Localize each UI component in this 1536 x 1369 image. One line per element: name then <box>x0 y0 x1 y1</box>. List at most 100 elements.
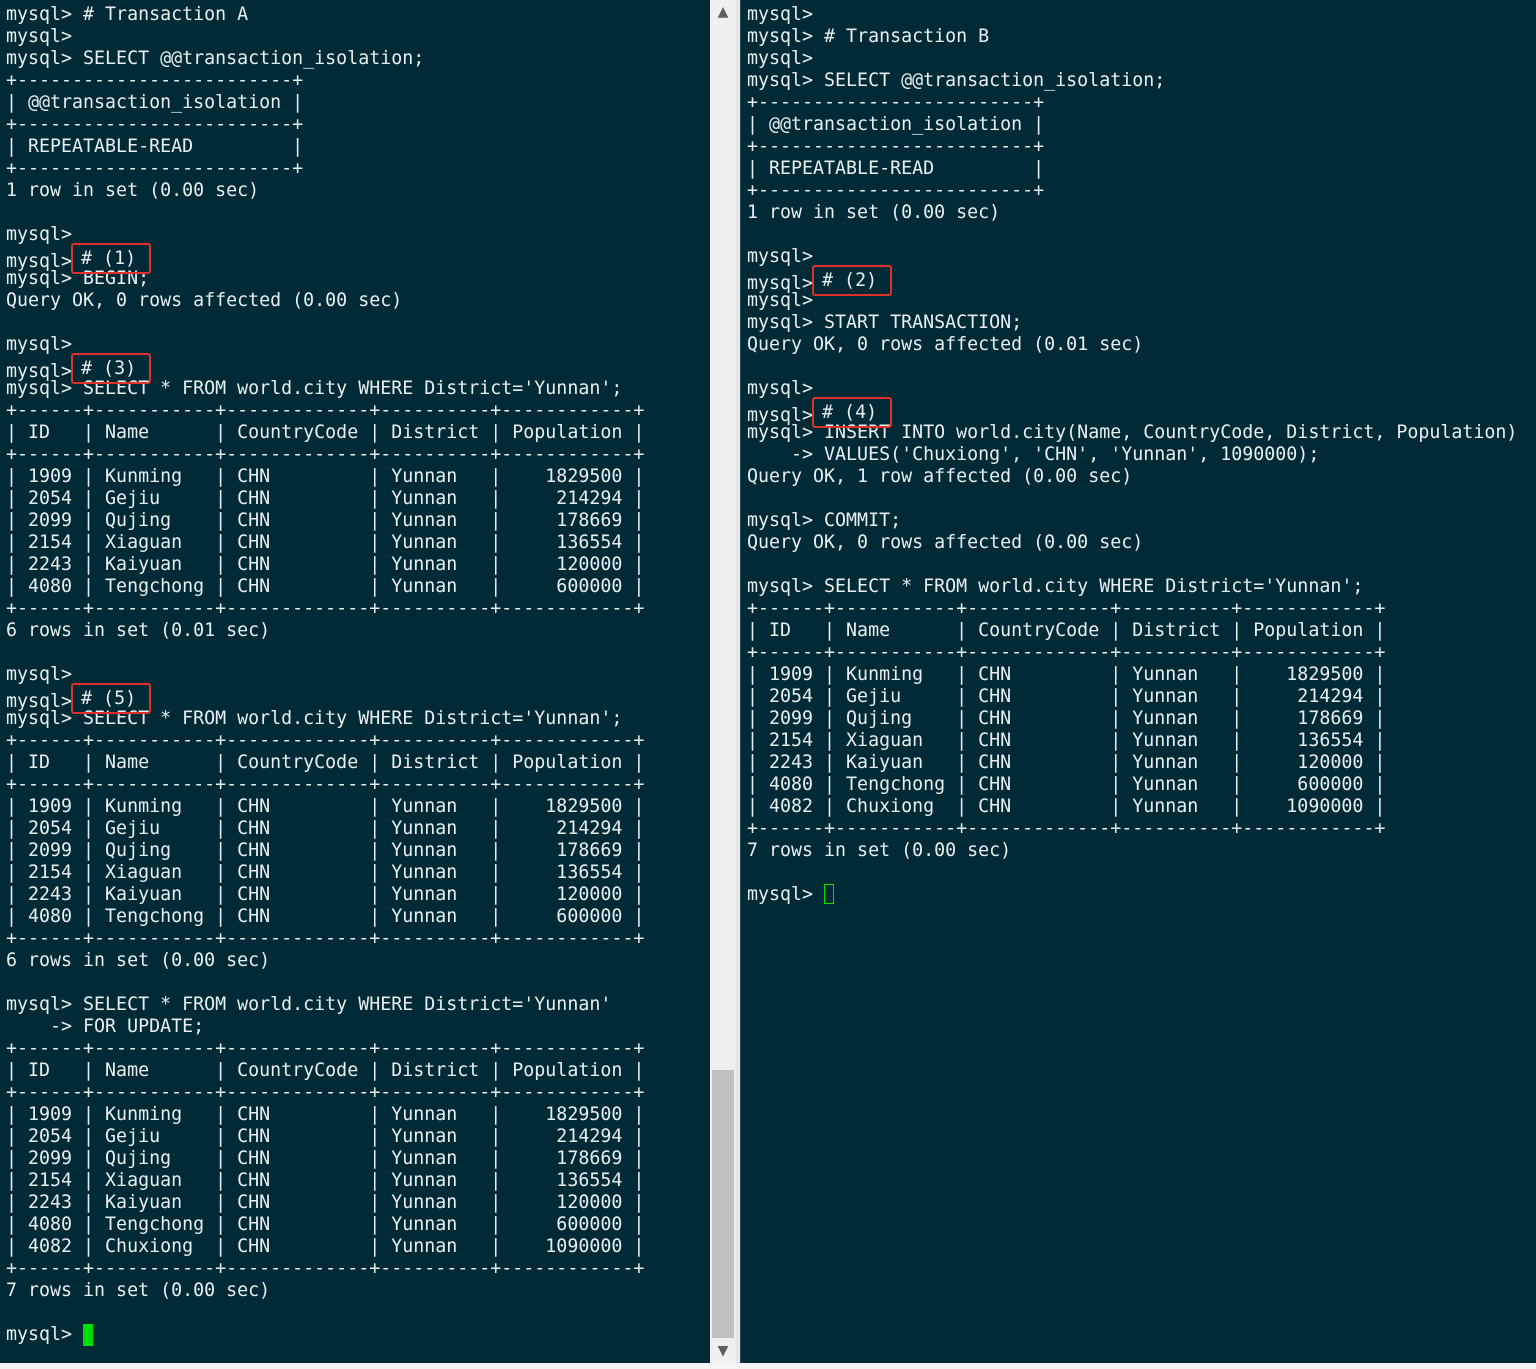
terminal-line: Query OK, 1 row affected (0.00 sec) <box>747 466 1517 488</box>
terminal-line-text: +------+-----------+-------------+------… <box>6 444 645 465</box>
terminal-line-text: mysql> <box>747 378 814 399</box>
terminal-line-text: mysql> SELECT * FROM world.city WHERE Di… <box>6 994 612 1015</box>
terminal-line: mysql> <box>6 1324 644 1346</box>
terminal-line: | ID | Name | CountryCode | District | P… <box>6 422 644 444</box>
scroll-down-icon[interactable]: ▼ <box>710 1341 736 1361</box>
terminal-line: | 2154 | Xiaguan | CHN | Yunnan | 136554… <box>747 730 1517 752</box>
terminal-line-text: | 4082 | Chuxiong | CHN | Yunnan | 10900… <box>747 796 1386 817</box>
terminal-line-text: 6 rows in set (0.01 sec) <box>6 620 271 641</box>
terminal-line-text: Query OK, 0 rows affected (0.00 sec) <box>747 532 1144 553</box>
terminal-line: +-------------------------+ <box>747 92 1517 114</box>
terminal-line: +------+-----------+-------------+------… <box>747 642 1517 664</box>
terminal-line-text: | ID | Name | CountryCode | District | P… <box>6 422 645 443</box>
terminal-line-text: mysql> SELECT @@transaction_isolation; <box>747 70 1166 91</box>
terminal-line-text: mysql> <box>6 334 73 355</box>
terminal-line-text: mysql> # Transaction A <box>6 4 249 25</box>
terminal-line: +-------------------------+ <box>6 70 644 92</box>
terminal-line: | @@transaction_isolation | <box>747 114 1517 136</box>
terminal-line-text: | 2054 | Gejiu | CHN | Yunnan | 214294 | <box>747 686 1386 707</box>
terminal-line: mysql> <box>747 4 1517 26</box>
window-bottom-edge <box>0 1363 1536 1369</box>
terminal-line: +------+-----------+-------------+------… <box>6 928 644 950</box>
terminal-line: | 2154 | Xiaguan | CHN | Yunnan | 136554… <box>6 862 644 884</box>
terminal-line: mysql> SELECT * FROM world.city WHERE Di… <box>747 576 1517 598</box>
terminal-line: mysql> # Transaction B <box>747 26 1517 48</box>
terminal-line: 7 rows in set (0.00 sec) <box>6 1280 644 1302</box>
terminal-line: | 4080 | Tengchong | CHN | Yunnan | 6000… <box>747 774 1517 796</box>
terminal-line: mysql> <box>747 884 1517 906</box>
terminal-line-text: | 1909 | Kunming | CHN | Yunnan | 182950… <box>6 1104 645 1125</box>
terminal-line-text: +------+-----------+-------------+------… <box>6 1038 645 1059</box>
terminal-line-text: +-------------------------+ <box>6 158 304 179</box>
terminal-line: +-------------------------+ <box>6 158 644 180</box>
terminal-line-text: mysql> <box>6 664 73 685</box>
terminal-line: +-------------------------+ <box>747 180 1517 202</box>
terminal-pane-transaction-b[interactable]: mysql> mysql> # Transaction Bmysql> mysql>… <box>740 0 1536 1363</box>
terminal-line: mysql> # (1) <box>6 243 644 274</box>
terminal-line-text: | 2243 | Kaiyuan | CHN | Yunnan | 120000… <box>747 752 1386 773</box>
terminal-line: mysql> SELECT @@transaction_isolation; <box>747 70 1517 92</box>
terminal-line-text: | 2054 | Gejiu | CHN | Yunnan | 214294 | <box>6 488 645 509</box>
terminal-line: 7 rows in set (0.00 sec) <box>747 840 1517 862</box>
terminal-line-text: 1 row in set (0.00 sec) <box>747 202 1001 223</box>
terminal-line: | 2054 | Gejiu | CHN | Yunnan | 214294 | <box>6 818 644 840</box>
terminal-line-text: | 2154 | Xiaguan | CHN | Yunnan | 136554… <box>747 730 1386 751</box>
terminal-line: | 4080 | Tengchong | CHN | Yunnan | 6000… <box>6 1214 644 1236</box>
terminal-line: | 2099 | Qujing | CHN | Yunnan | 178669 … <box>6 840 644 862</box>
terminal-line: mysql> <box>747 48 1517 70</box>
terminal-cursor[interactable] <box>824 884 835 904</box>
terminal-line-text: mysql> <box>747 246 814 267</box>
terminal-line-text: mysql> START TRANSACTION; <box>747 312 1023 333</box>
terminal-line-text: mysql> # Transaction B <box>747 26 990 47</box>
terminal-line: | ID | Name | CountryCode | District | P… <box>6 1060 644 1082</box>
terminal-line: | 4080 | Tengchong | CHN | Yunnan | 6000… <box>6 576 644 598</box>
terminal-line: | @@transaction_isolation | <box>6 92 644 114</box>
terminal-line-text: mysql> <box>6 1324 84 1345</box>
terminal-line-text: | 2154 | Xiaguan | CHN | Yunnan | 136554… <box>6 532 645 553</box>
terminal-line: +------+-----------+-------------+------… <box>6 1258 644 1280</box>
scroll-up-icon[interactable]: ▲ <box>710 2 736 22</box>
terminal-line-text: +------+-----------+-------------+------… <box>6 400 645 421</box>
terminal-line: 1 row in set (0.00 sec) <box>6 180 644 202</box>
terminal-line: +------+-----------+-------------+------… <box>747 598 1517 620</box>
terminal-line: +-------------------------+ <box>6 114 644 136</box>
terminal-line-text: 6 rows in set (0.00 sec) <box>6 950 271 971</box>
terminal-line: | ID | Name | CountryCode | District | P… <box>747 620 1517 642</box>
terminal-line: 6 rows in set (0.00 sec) <box>6 950 644 972</box>
terminal-line: 1 row in set (0.00 sec) <box>747 202 1517 224</box>
terminal-pane-transaction-a[interactable]: mysql> # Transaction Amysql> mysql> SELEC… <box>0 0 710 1363</box>
terminal-line-text: +-------------------------+ <box>747 180 1045 201</box>
terminal-line: +------+-----------+-------------+------… <box>6 598 644 620</box>
terminal-line-text: | 1909 | Kunming | CHN | Yunnan | 182950… <box>6 796 645 817</box>
terminal-line-text: +------+-----------+-------------+------… <box>6 928 645 949</box>
terminal-line-text: -> FOR UPDATE; <box>6 1016 205 1037</box>
terminal-line: | 2243 | Kaiyuan | CHN | Yunnan | 120000… <box>747 752 1517 774</box>
terminal-line-text: +------+-----------+-------------+------… <box>6 730 645 751</box>
terminal-line-text: | 2243 | Kaiyuan | CHN | Yunnan | 120000… <box>6 554 645 575</box>
terminal-line: | 4082 | Chuxiong | CHN | Yunnan | 10900… <box>747 796 1517 818</box>
terminal-line: -> VALUES('Chuxiong', 'CHN', 'Yunnan', 1… <box>747 444 1517 466</box>
terminal-line-text: | 2099 | Qujing | CHN | Yunnan | 178669 … <box>6 510 645 531</box>
terminal-line-text: | 1909 | Kunming | CHN | Yunnan | 182950… <box>6 466 645 487</box>
terminal-line: mysql> <box>6 26 644 48</box>
terminal-line: +------+-----------+-------------+------… <box>6 444 644 466</box>
terminal-line-text: mysql> <box>6 224 73 245</box>
terminal-line-text: 7 rows in set (0.00 sec) <box>747 840 1012 861</box>
scrollbar-thumb[interactable] <box>712 1070 734 1338</box>
terminal-line-text: mysql> SELECT * FROM world.city WHERE Di… <box>747 576 1364 597</box>
terminal-output: mysql> mysql> # Transaction Bmysql> mysql>… <box>747 4 1517 906</box>
step-marker-annotation: # (2) <box>812 265 893 296</box>
vertical-scrollbar[interactable]: ▲ ▼ <box>710 0 736 1363</box>
terminal-line: | 2054 | Gejiu | CHN | Yunnan | 214294 | <box>6 488 644 510</box>
terminal-line-text: +------+-----------+-------------+------… <box>6 598 645 619</box>
terminal-line-text: mysql> COMMIT; <box>747 510 902 531</box>
terminal-line: mysql> COMMIT; <box>747 510 1517 532</box>
terminal-cursor[interactable] <box>83 1324 94 1346</box>
terminal-line-text: -> VALUES('Chuxiong', 'CHN', 'Yunnan', 1… <box>747 444 1320 465</box>
terminal-line-text: mysql> <box>747 48 814 69</box>
terminal-line: 6 rows in set (0.01 sec) <box>6 620 644 642</box>
terminal-line: | REPEATABLE-READ | <box>6 136 644 158</box>
